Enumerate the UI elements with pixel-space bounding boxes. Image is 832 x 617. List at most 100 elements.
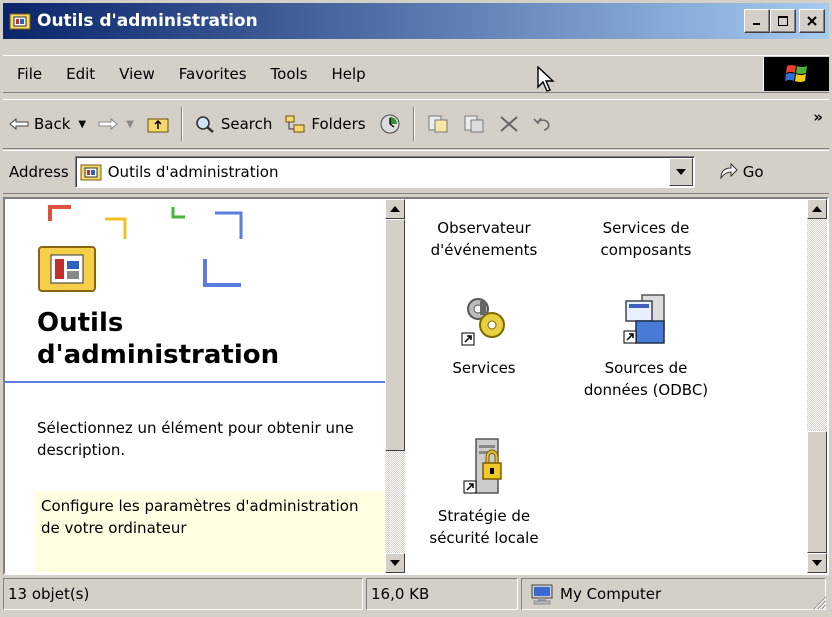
go-arrow-icon [720, 162, 738, 180]
list-item[interactable]: Stratégie de sécurité locale [399, 435, 569, 549]
title-divider [5, 381, 385, 383]
minimize-icon [753, 23, 760, 25]
scroll-down-button[interactable] [385, 553, 405, 573]
right-pane-scrollbar[interactable] [807, 199, 827, 573]
address-dropdown-button[interactable] [668, 158, 693, 186]
scroll-thumb[interactable] [807, 431, 827, 553]
maximize-icon [778, 16, 788, 26]
copy-to-button[interactable] [456, 104, 492, 144]
window-title: Outils d'administration [37, 11, 258, 31]
menu-favorites[interactable]: Favorites [167, 65, 259, 83]
forward-button[interactable]: ▼ [92, 104, 140, 144]
chevron-up-icon [390, 206, 400, 212]
back-label: Back [34, 115, 71, 133]
resize-grip-icon[interactable] [813, 596, 827, 610]
pane-title: Outils d'administration [37, 307, 279, 371]
pane-title-line1: Outils [37, 308, 124, 338]
toolbar-separator [412, 107, 415, 141]
explorer-window: Outils d'administration File Edit View F… [0, 0, 832, 617]
status-bar: 13 objet(s) 16,0 KB My Computer [3, 578, 829, 612]
close-icon [807, 16, 817, 26]
pane-title-line2: d'administration [37, 340, 280, 370]
back-button[interactable]: Back ▼ [3, 104, 92, 144]
folder-control-panel-icon [9, 13, 31, 30]
folder-content: Outils d'administration Sélectionnez un … [3, 197, 829, 575]
menu-tools[interactable]: Tools [259, 65, 320, 83]
item-label: composants [600, 241, 692, 259]
go-label: Go [742, 163, 764, 181]
item-label: Stratégie de [437, 507, 531, 525]
menu-view[interactable]: View [107, 65, 167, 83]
status-object-count: 13 objet(s) [3, 578, 363, 610]
administrative-tools-folder-icon [38, 246, 96, 292]
up-folder-button[interactable] [140, 104, 176, 144]
status-size: 16,0 KB [366, 578, 518, 610]
history-button[interactable] [372, 104, 408, 144]
scroll-up-button[interactable] [807, 199, 827, 219]
standard-toolbar: Back ▼ ▼ Search Folders » [3, 99, 829, 149]
search-button[interactable]: Search [188, 104, 279, 144]
folders-button[interactable]: Folders [278, 104, 371, 144]
menu-bar: File Edit View Favorites Tools Help [3, 55, 829, 93]
folders-label: Folders [311, 115, 366, 133]
menu-edit[interactable]: Edit [54, 65, 107, 83]
toolbar-separator [180, 107, 183, 141]
local-security-policy-icon [463, 438, 502, 494]
move-to-button[interactable] [420, 104, 456, 144]
copy-to-icon [464, 115, 484, 133]
list-item[interactable]: Sources de données (ODBC) [561, 291, 731, 401]
item-label: sécurité locale [429, 529, 539, 547]
title-bar[interactable]: Outils d'administration [3, 3, 829, 39]
forward-dropdown-icon[interactable]: ▼ [126, 119, 134, 130]
forward-arrow-icon [98, 117, 118, 131]
delete-button[interactable] [492, 104, 526, 144]
address-bar: Address Outils d'administration Go [3, 150, 829, 194]
mouse-cursor-icon [537, 66, 555, 92]
search-label: Search [220, 115, 273, 133]
address-input[interactable]: Outils d'administration [74, 156, 695, 188]
item-label: Sources de [604, 359, 688, 377]
item-label: données (ODBC) [583, 381, 709, 399]
menu-help[interactable]: Help [320, 65, 378, 83]
status-zone-label: My Computer [560, 585, 662, 603]
maximize-button[interactable] [770, 9, 796, 33]
toolbar-overflow-chevron[interactable]: » [813, 108, 823, 126]
list-item[interactable]: Services [399, 291, 569, 379]
item-label: d'événements [430, 241, 538, 259]
status-zone: My Computer [521, 578, 826, 610]
folder-info-box: Configure les paramètres d'administratio… [35, 491, 385, 573]
windows-logo-icon [763, 57, 829, 91]
go-button[interactable]: Go [717, 162, 764, 182]
web-view-pane: Outils d'administration Sélectionnez un … [5, 199, 385, 573]
address-label: Address [9, 163, 69, 181]
list-item[interactable]: Services de composants [561, 217, 731, 261]
back-arrow-icon [9, 117, 29, 131]
folder-control-panel-icon [80, 164, 102, 181]
list-item[interactable]: Observateur d'événements [399, 217, 569, 261]
delete-icon [499, 116, 518, 132]
search-icon [196, 116, 214, 133]
item-label: Services [452, 359, 516, 377]
my-computer-icon [531, 584, 553, 605]
move-to-icon [428, 115, 448, 133]
history-icon [380, 114, 400, 134]
scroll-up-button[interactable] [385, 199, 405, 219]
undo-button[interactable] [526, 104, 560, 144]
menu-file[interactable]: File [3, 65, 54, 83]
undo-icon [532, 117, 550, 131]
pane-description: Sélectionnez un élément pour obtenir une… [37, 419, 354, 459]
chevron-down-icon [812, 560, 822, 566]
back-dropdown-icon[interactable]: ▼ [78, 119, 86, 130]
scroll-down-button[interactable] [807, 553, 827, 573]
item-label: Observateur [437, 219, 531, 237]
close-button[interactable] [799, 9, 825, 33]
chevron-down-icon [390, 560, 400, 566]
folders-tree-icon [285, 115, 305, 133]
up-folder-icon [147, 118, 169, 133]
chevron-up-icon [812, 206, 822, 212]
odbc-data-sources-icon [623, 294, 665, 344]
icon-view: Observateur d'événements Services de com… [407, 199, 807, 573]
minimize-button[interactable] [744, 9, 770, 33]
address-value: Outils d'administration [107, 163, 279, 181]
services-gear-icon [461, 298, 505, 346]
